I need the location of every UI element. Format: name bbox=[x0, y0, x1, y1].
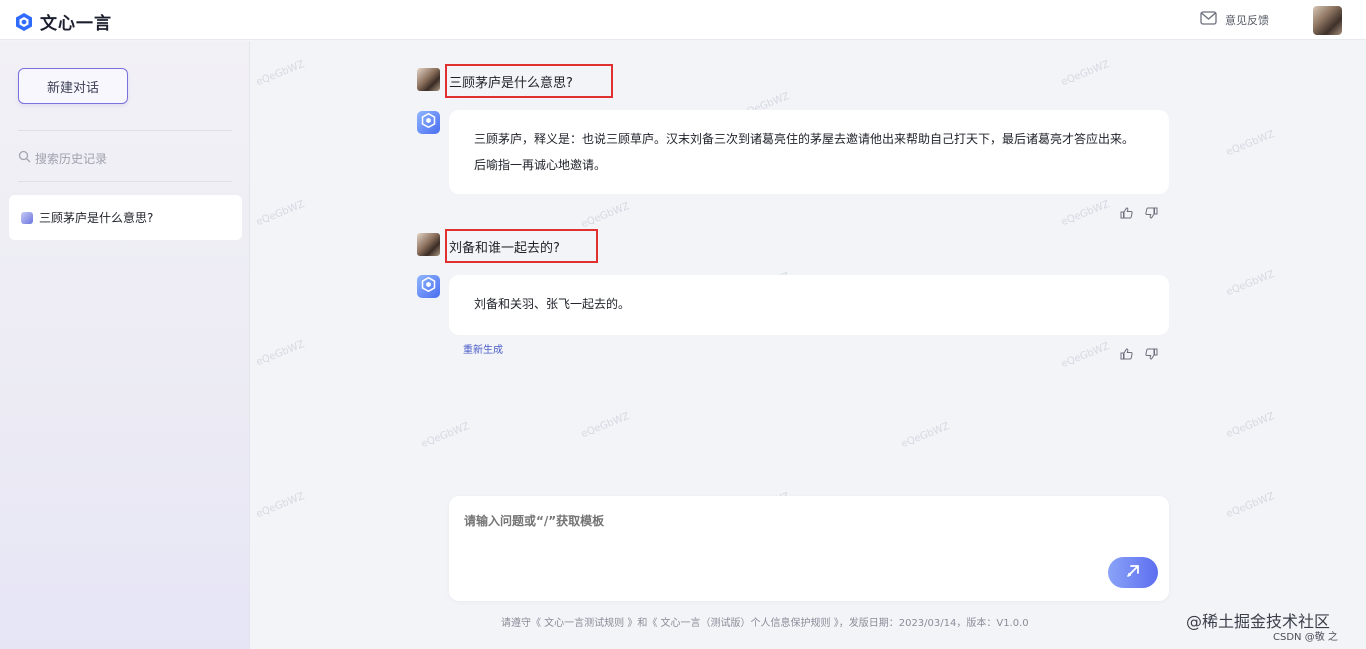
composer bbox=[449, 496, 1169, 601]
regenerate-button[interactable]: 重新生成 bbox=[463, 341, 503, 356]
csdn-watermark: CSDN @敬 之 bbox=[1273, 632, 1338, 643]
watermark-text: eQeGbWZ bbox=[254, 198, 307, 229]
history-item-title: 三顾茅庐是什么意思? bbox=[39, 211, 154, 225]
watermark-text: eQeGbWZ bbox=[419, 420, 472, 451]
app-logo[interactable]: 文心一言 bbox=[14, 9, 112, 34]
send-icon bbox=[1125, 563, 1141, 582]
send-button[interactable] bbox=[1108, 557, 1158, 588]
thumb-up-icon[interactable] bbox=[1120, 204, 1133, 223]
answer-text: 三顾茅庐，释义是：也说三顾草庐。汉末刘备三次到诸葛亮住的茅屋去邀请他出来帮助自己… bbox=[474, 132, 1135, 172]
search-input[interactable]: 搜索历史记录 bbox=[35, 150, 107, 167]
watermark-text: eQeGbWZ bbox=[254, 338, 307, 369]
user-question: 刘备和谁一起去的? bbox=[445, 229, 598, 263]
bot-icon bbox=[421, 276, 436, 296]
watermark-text: eQeGbWZ bbox=[899, 420, 952, 451]
feedback-link[interactable]: 意见反馈 bbox=[1200, 11, 1269, 28]
bot-icon bbox=[421, 112, 436, 132]
history-item[interactable]: 三顾茅庐是什么意思? bbox=[9, 195, 242, 240]
watermark-text: eQeGbWZ bbox=[254, 58, 307, 89]
prompt-input[interactable] bbox=[464, 514, 1104, 528]
chat-icon bbox=[21, 211, 33, 224]
user-question: 三顾茅庐是什么意思? bbox=[445, 64, 613, 98]
mail-icon bbox=[1200, 11, 1225, 28]
user-avatar-small bbox=[417, 68, 440, 91]
divider bbox=[18, 130, 232, 131]
thumb-down-icon[interactable] bbox=[1145, 204, 1158, 223]
watermark-text: eQeGbWZ bbox=[1224, 490, 1277, 521]
watermark-text: eQeGbWZ bbox=[1059, 198, 1112, 229]
user-avatar[interactable] bbox=[1313, 6, 1342, 35]
thumb-down-icon[interactable] bbox=[1145, 345, 1158, 364]
question-text: 三顾茅庐是什么意思? bbox=[449, 75, 573, 91]
watermark-text: eQeGbWZ bbox=[579, 200, 632, 231]
bot-avatar bbox=[417, 111, 440, 134]
answer-bubble: 刘备和关羽、张飞一起去的。 bbox=[449, 275, 1169, 335]
answer-text: 刘备和关羽、张飞一起去的。 bbox=[474, 297, 631, 311]
top-bar: 文心一言 意见反馈 bbox=[0, 0, 1366, 40]
search-icon bbox=[18, 150, 35, 166]
new-chat-button[interactable]: 新建对话 bbox=[18, 68, 128, 104]
history-search[interactable]: 搜索历史记录 bbox=[18, 146, 232, 170]
answer-feedback bbox=[1120, 345, 1158, 364]
app-title: 文心一言 bbox=[40, 14, 112, 34]
watermark-text: eQeGbWZ bbox=[1059, 58, 1112, 89]
watermark-text: eQeGbWZ bbox=[1059, 340, 1112, 371]
footer-notice: 请遵守《 文心一言测试规则 》和《 文心一言（测试版）个人信息保护规则 》，发版… bbox=[501, 618, 1029, 629]
divider bbox=[18, 181, 232, 182]
watermark-text: eQeGbWZ bbox=[1224, 410, 1277, 441]
answer-bubble: 三顾茅庐，释义是：也说三顾草庐。汉末刘备三次到诸葛亮住的茅屋去邀请他出来帮助自己… bbox=[449, 110, 1169, 194]
watermark-text: eQeGbWZ bbox=[254, 490, 307, 521]
watermark-text: eQeGbWZ bbox=[1224, 128, 1277, 159]
bot-avatar bbox=[417, 275, 440, 298]
thumb-up-icon[interactable] bbox=[1120, 345, 1133, 364]
watermark-text: eQeGbWZ bbox=[579, 410, 632, 441]
answer-feedback bbox=[1120, 204, 1158, 223]
sidebar: 新建对话 搜索历史记录 三顾茅庐是什么意思? bbox=[0, 41, 250, 649]
user-avatar-small bbox=[417, 233, 440, 256]
question-text: 刘备和谁一起去的? bbox=[449, 240, 560, 256]
watermark-text: eQeGbWZ bbox=[1224, 268, 1277, 299]
logo-icon bbox=[14, 12, 34, 32]
feedback-label: 意见反馈 bbox=[1225, 13, 1269, 27]
